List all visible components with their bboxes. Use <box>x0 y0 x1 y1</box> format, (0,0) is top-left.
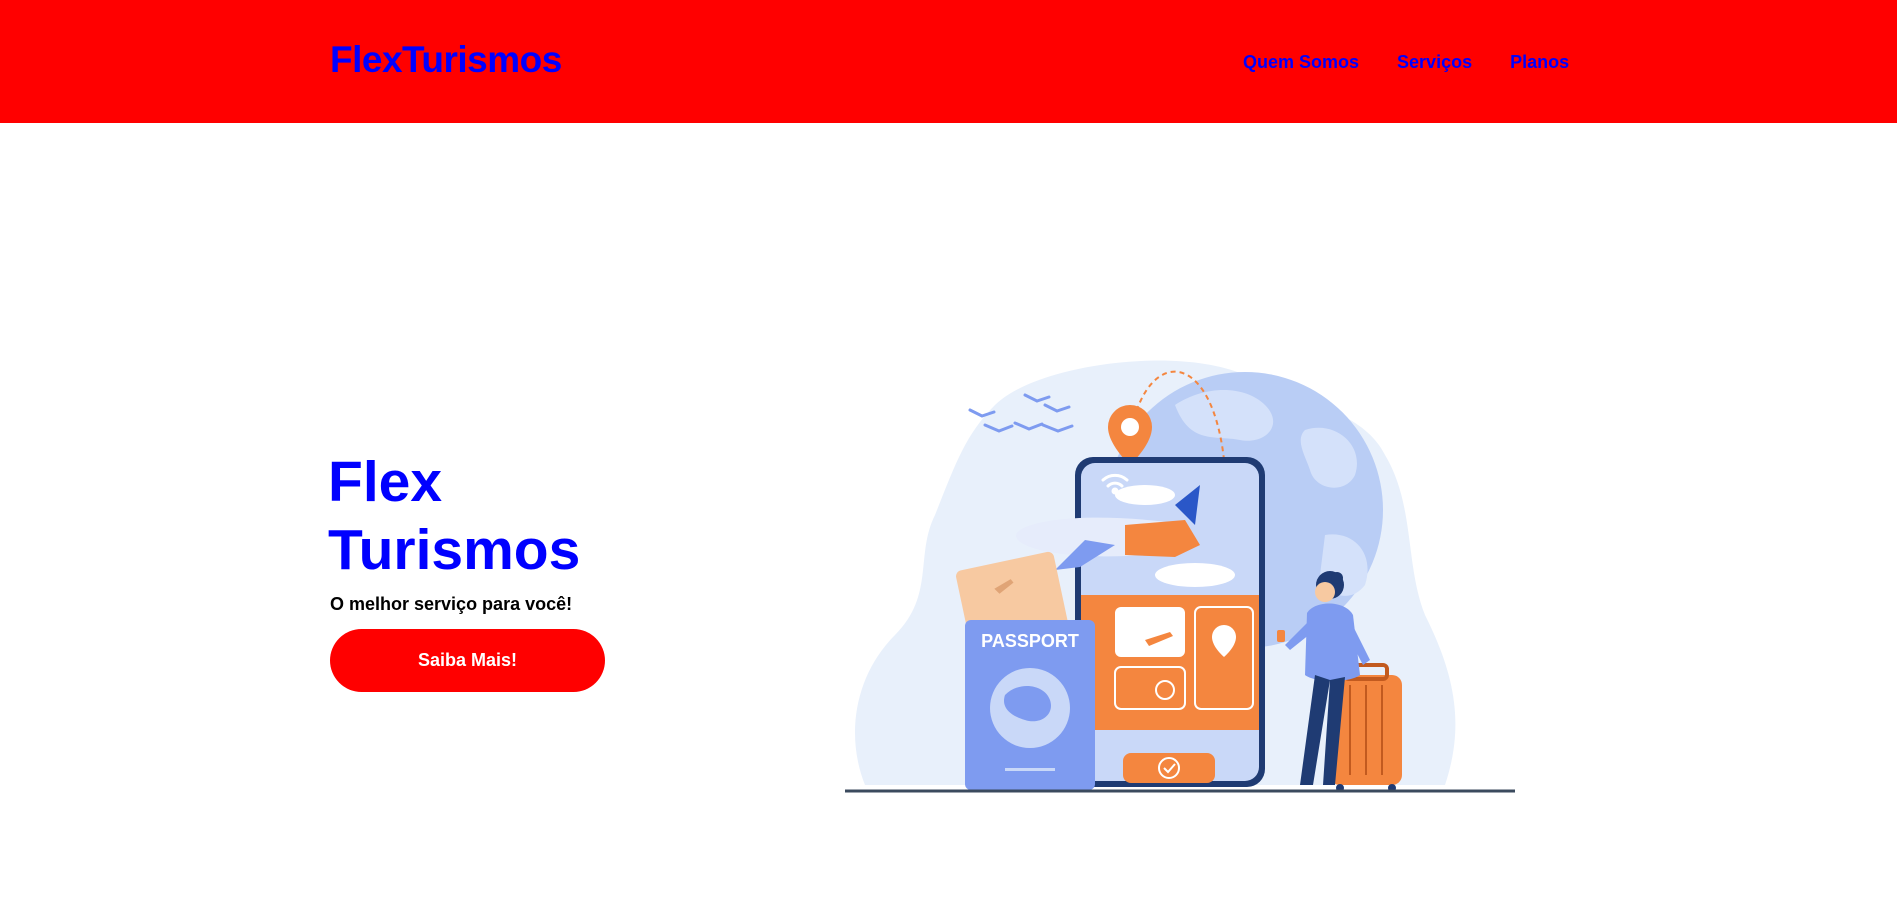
hero-title: Flex Turismos <box>328 450 581 582</box>
cloud <box>1115 485 1175 505</box>
cloud <box>1155 563 1235 587</box>
hero-subtitle: O melhor serviço para você! <box>330 594 573 614</box>
nav-link-quem-somos[interactable]: Quem Somos <box>1243 52 1359 73</box>
nav-link-planos[interactable]: Planos <box>1510 52 1569 73</box>
brand-logo[interactable]: FlexTurismos <box>330 38 562 82</box>
saiba-mais-button[interactable]: Saiba Mais! <box>330 629 605 692</box>
nav-link-servicos[interactable]: Serviços <box>1397 52 1472 73</box>
passport-label: PASSPORT <box>981 631 1079 651</box>
site-header: FlexTurismos Quem Somos Serviços Planos <box>0 0 1897 123</box>
main-nav: Quem Somos Serviços Planos <box>1243 52 1569 73</box>
ticket-card <box>1115 607 1185 657</box>
travel-illustration: PASSPORT <box>845 360 1515 793</box>
